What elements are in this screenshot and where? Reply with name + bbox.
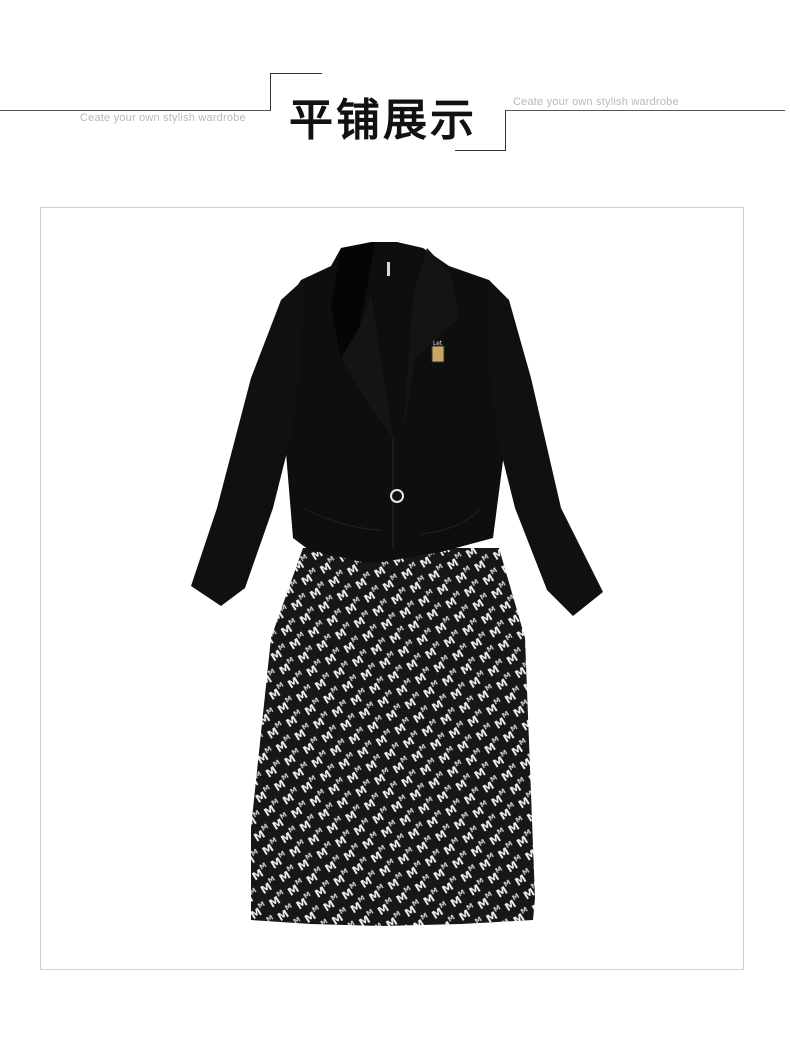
- header-bracket-right-bottom: [455, 150, 506, 151]
- collar-label: [387, 262, 390, 276]
- jacket-body: [279, 242, 515, 564]
- header-bracket-left-vertical: [270, 73, 271, 111]
- dress-skirt: [251, 548, 535, 926]
- tagline-right: Ceate your own stylish wardrobe: [513, 96, 679, 108]
- tagline-left: Ceate your own stylish wardrobe: [80, 112, 246, 124]
- header-bracket-left-top: [270, 73, 322, 74]
- lapel-brooch: [431, 345, 445, 363]
- product-image-frame: M M M Let: [40, 207, 744, 970]
- header-bracket-right-vertical: [505, 110, 506, 150]
- header-line-left: [0, 110, 270, 111]
- jacket-sleeve-right: [489, 280, 603, 616]
- page-title: 平铺展示: [289, 95, 477, 146]
- jacket-button: [390, 489, 404, 503]
- svg-text:Let: Let: [433, 340, 443, 347]
- jacket-sleeve-left: [191, 280, 303, 606]
- header-line-right: [505, 110, 785, 111]
- garment-flat-lay-image: M M M Let: [191, 242, 603, 926]
